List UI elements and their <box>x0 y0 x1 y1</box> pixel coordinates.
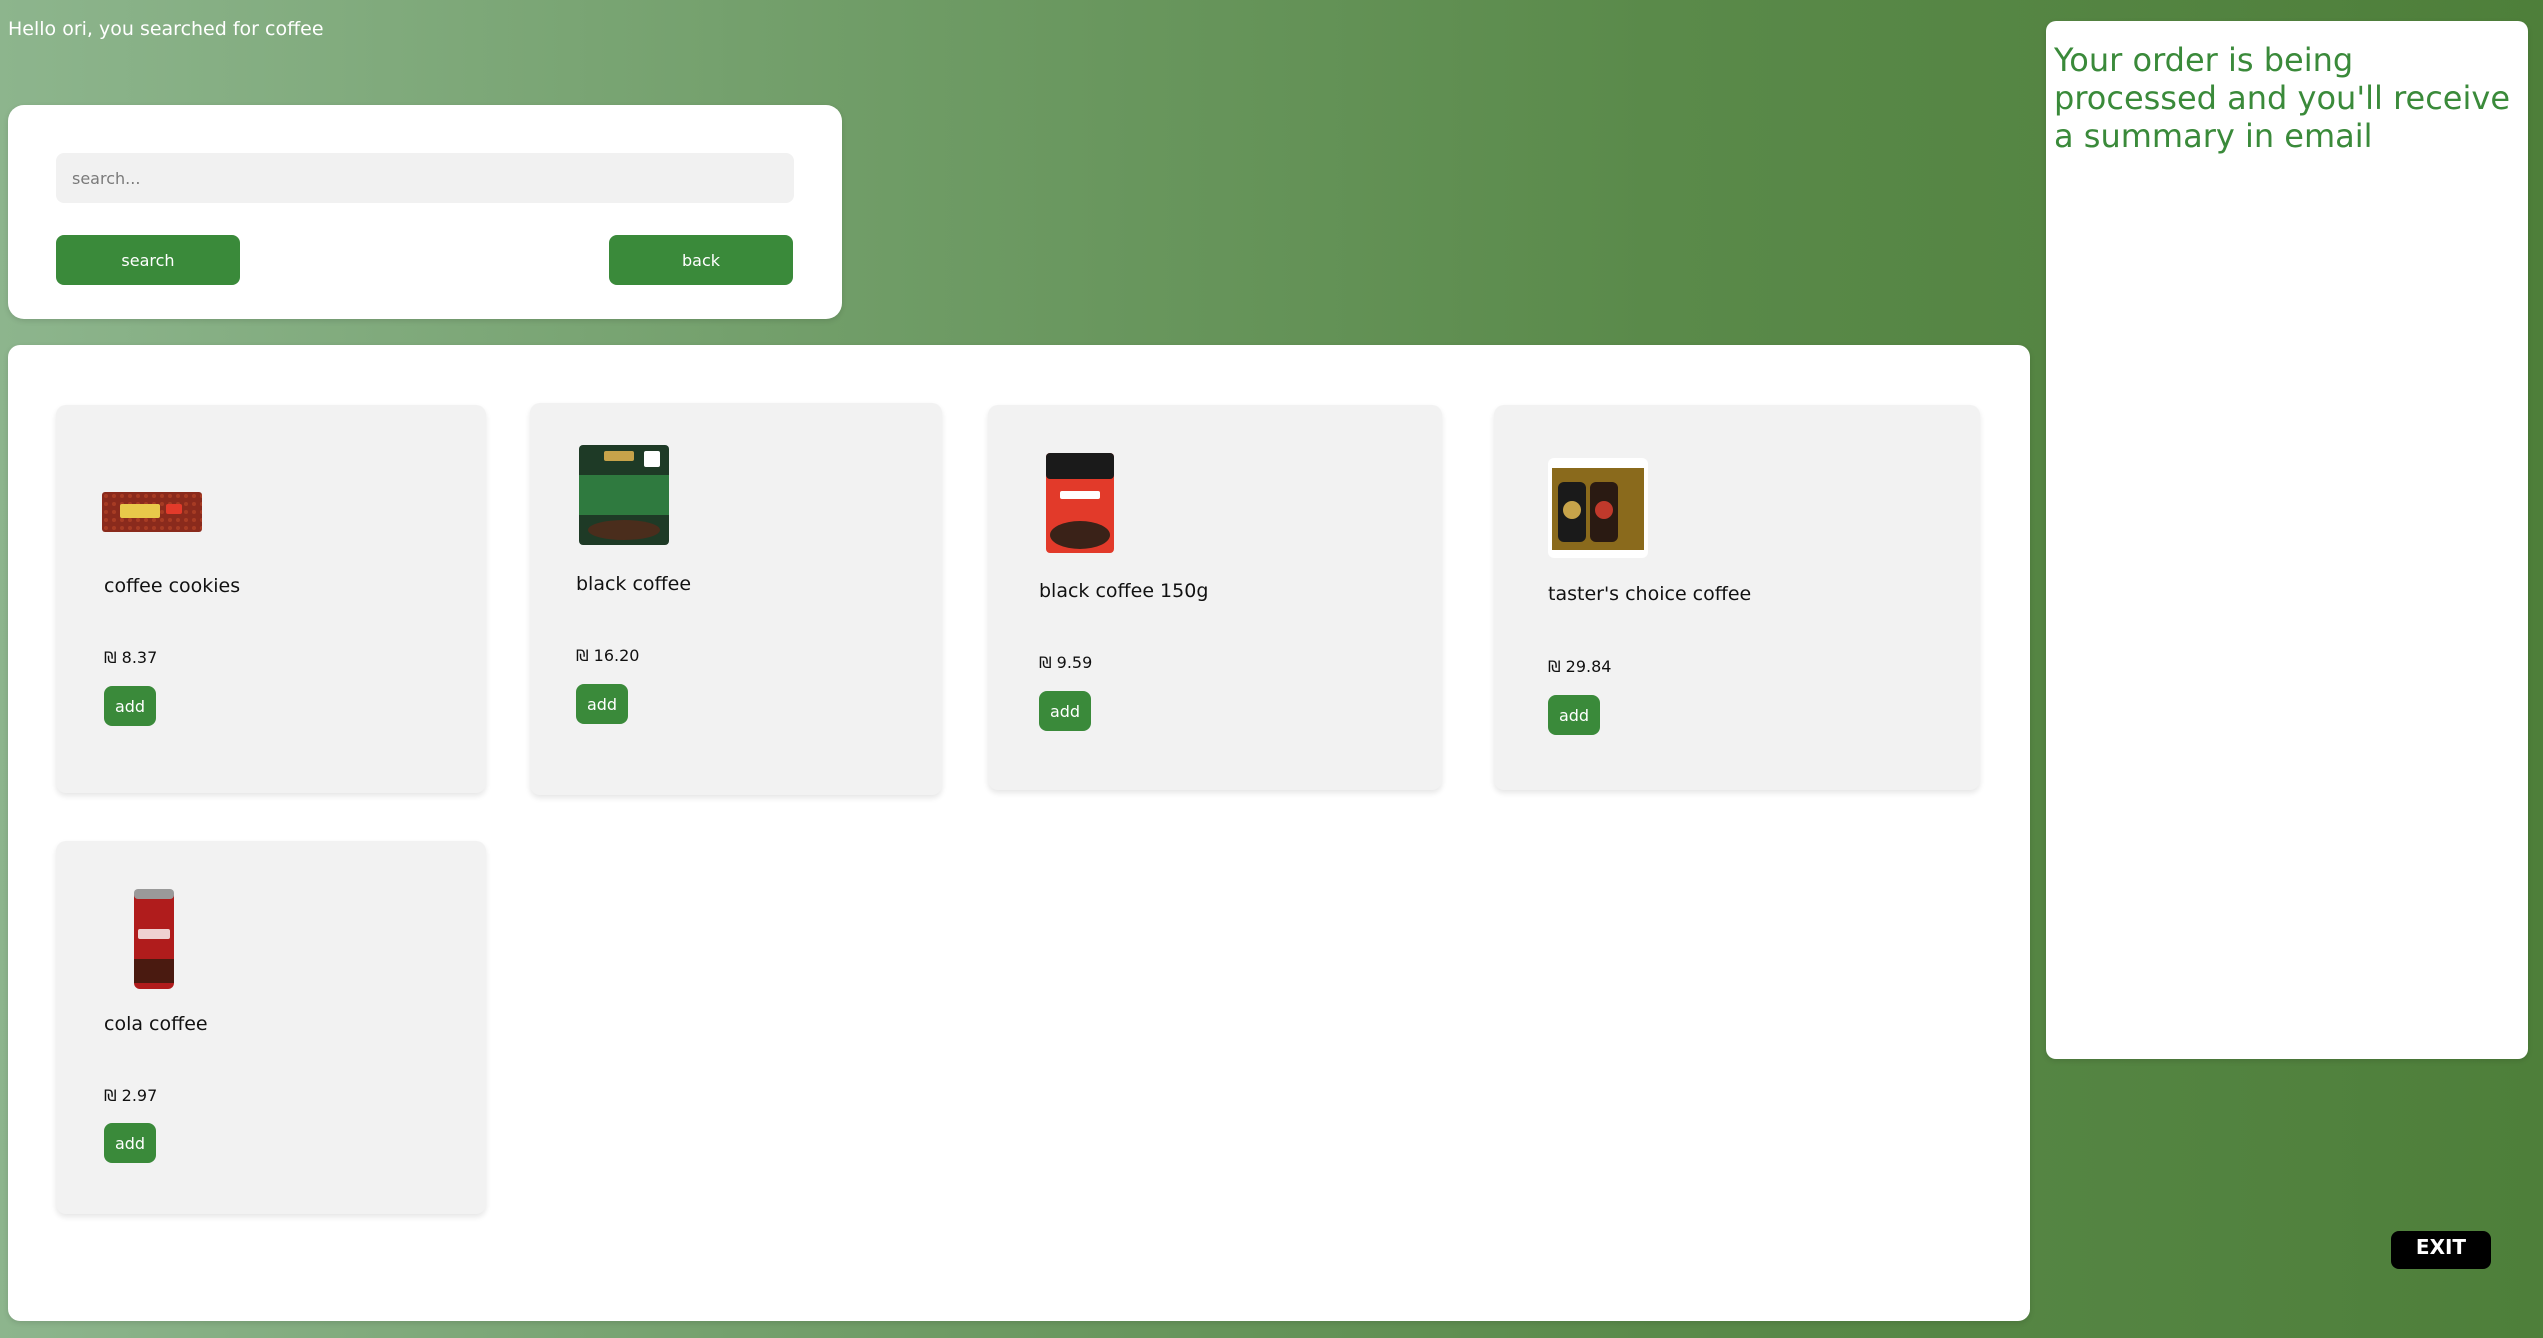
search-button[interactable]: search <box>56 235 240 285</box>
red-coffee-bag-image <box>1030 453 1130 553</box>
product-name: taster's choice coffee <box>1548 583 1752 605</box>
product-card: coffee cookies ₪ 8.37 add <box>56 405 486 793</box>
product-price: ₪ 8.37 <box>104 648 158 667</box>
greeting-text: Hello ori, you searched for coffee <box>8 18 324 40</box>
product-name: black coffee 150g <box>1039 580 1209 602</box>
results-panel: coffee cookies ₪ 8.37 add black coffee ₪… <box>8 345 2030 1321</box>
product-card: black coffee ₪ 16.20 add <box>530 403 942 795</box>
product-card: black coffee 150g ₪ 9.59 add <box>988 405 1442 790</box>
search-input[interactable] <box>56 153 794 203</box>
product-price: ₪ 9.59 <box>1039 653 1093 672</box>
product-name: coffee cookies <box>104 575 241 597</box>
back-button[interactable]: back <box>609 235 793 285</box>
tasters-choice-image <box>1548 458 1648 558</box>
product-card: cola coffee ₪ 2.97 add <box>56 841 486 1214</box>
product-name: cola coffee <box>104 1013 208 1035</box>
add-button[interactable]: add <box>1548 695 1600 735</box>
coffee-cookies-image <box>102 460 202 560</box>
product-card: taster's choice coffee ₪ 29.84 add <box>1494 405 1980 790</box>
product-price: ₪ 16.20 <box>576 646 640 665</box>
cola-can-image <box>104 889 204 989</box>
add-button[interactable]: add <box>1039 691 1091 731</box>
product-name: black coffee <box>576 573 692 595</box>
black-coffee-image <box>574 445 674 545</box>
add-button[interactable]: add <box>104 686 156 726</box>
order-status-panel: Your order is being processed and you'll… <box>2046 21 2528 1059</box>
order-status-message: Your order is being processed and you'll… <box>2054 41 2510 155</box>
add-button[interactable]: add <box>104 1123 156 1163</box>
exit-button[interactable]: EXIT <box>2391 1231 2491 1269</box>
search-panel: search back <box>8 105 842 319</box>
product-price: ₪ 2.97 <box>104 1086 158 1105</box>
product-price: ₪ 29.84 <box>1548 657 1612 676</box>
add-button[interactable]: add <box>576 684 628 724</box>
